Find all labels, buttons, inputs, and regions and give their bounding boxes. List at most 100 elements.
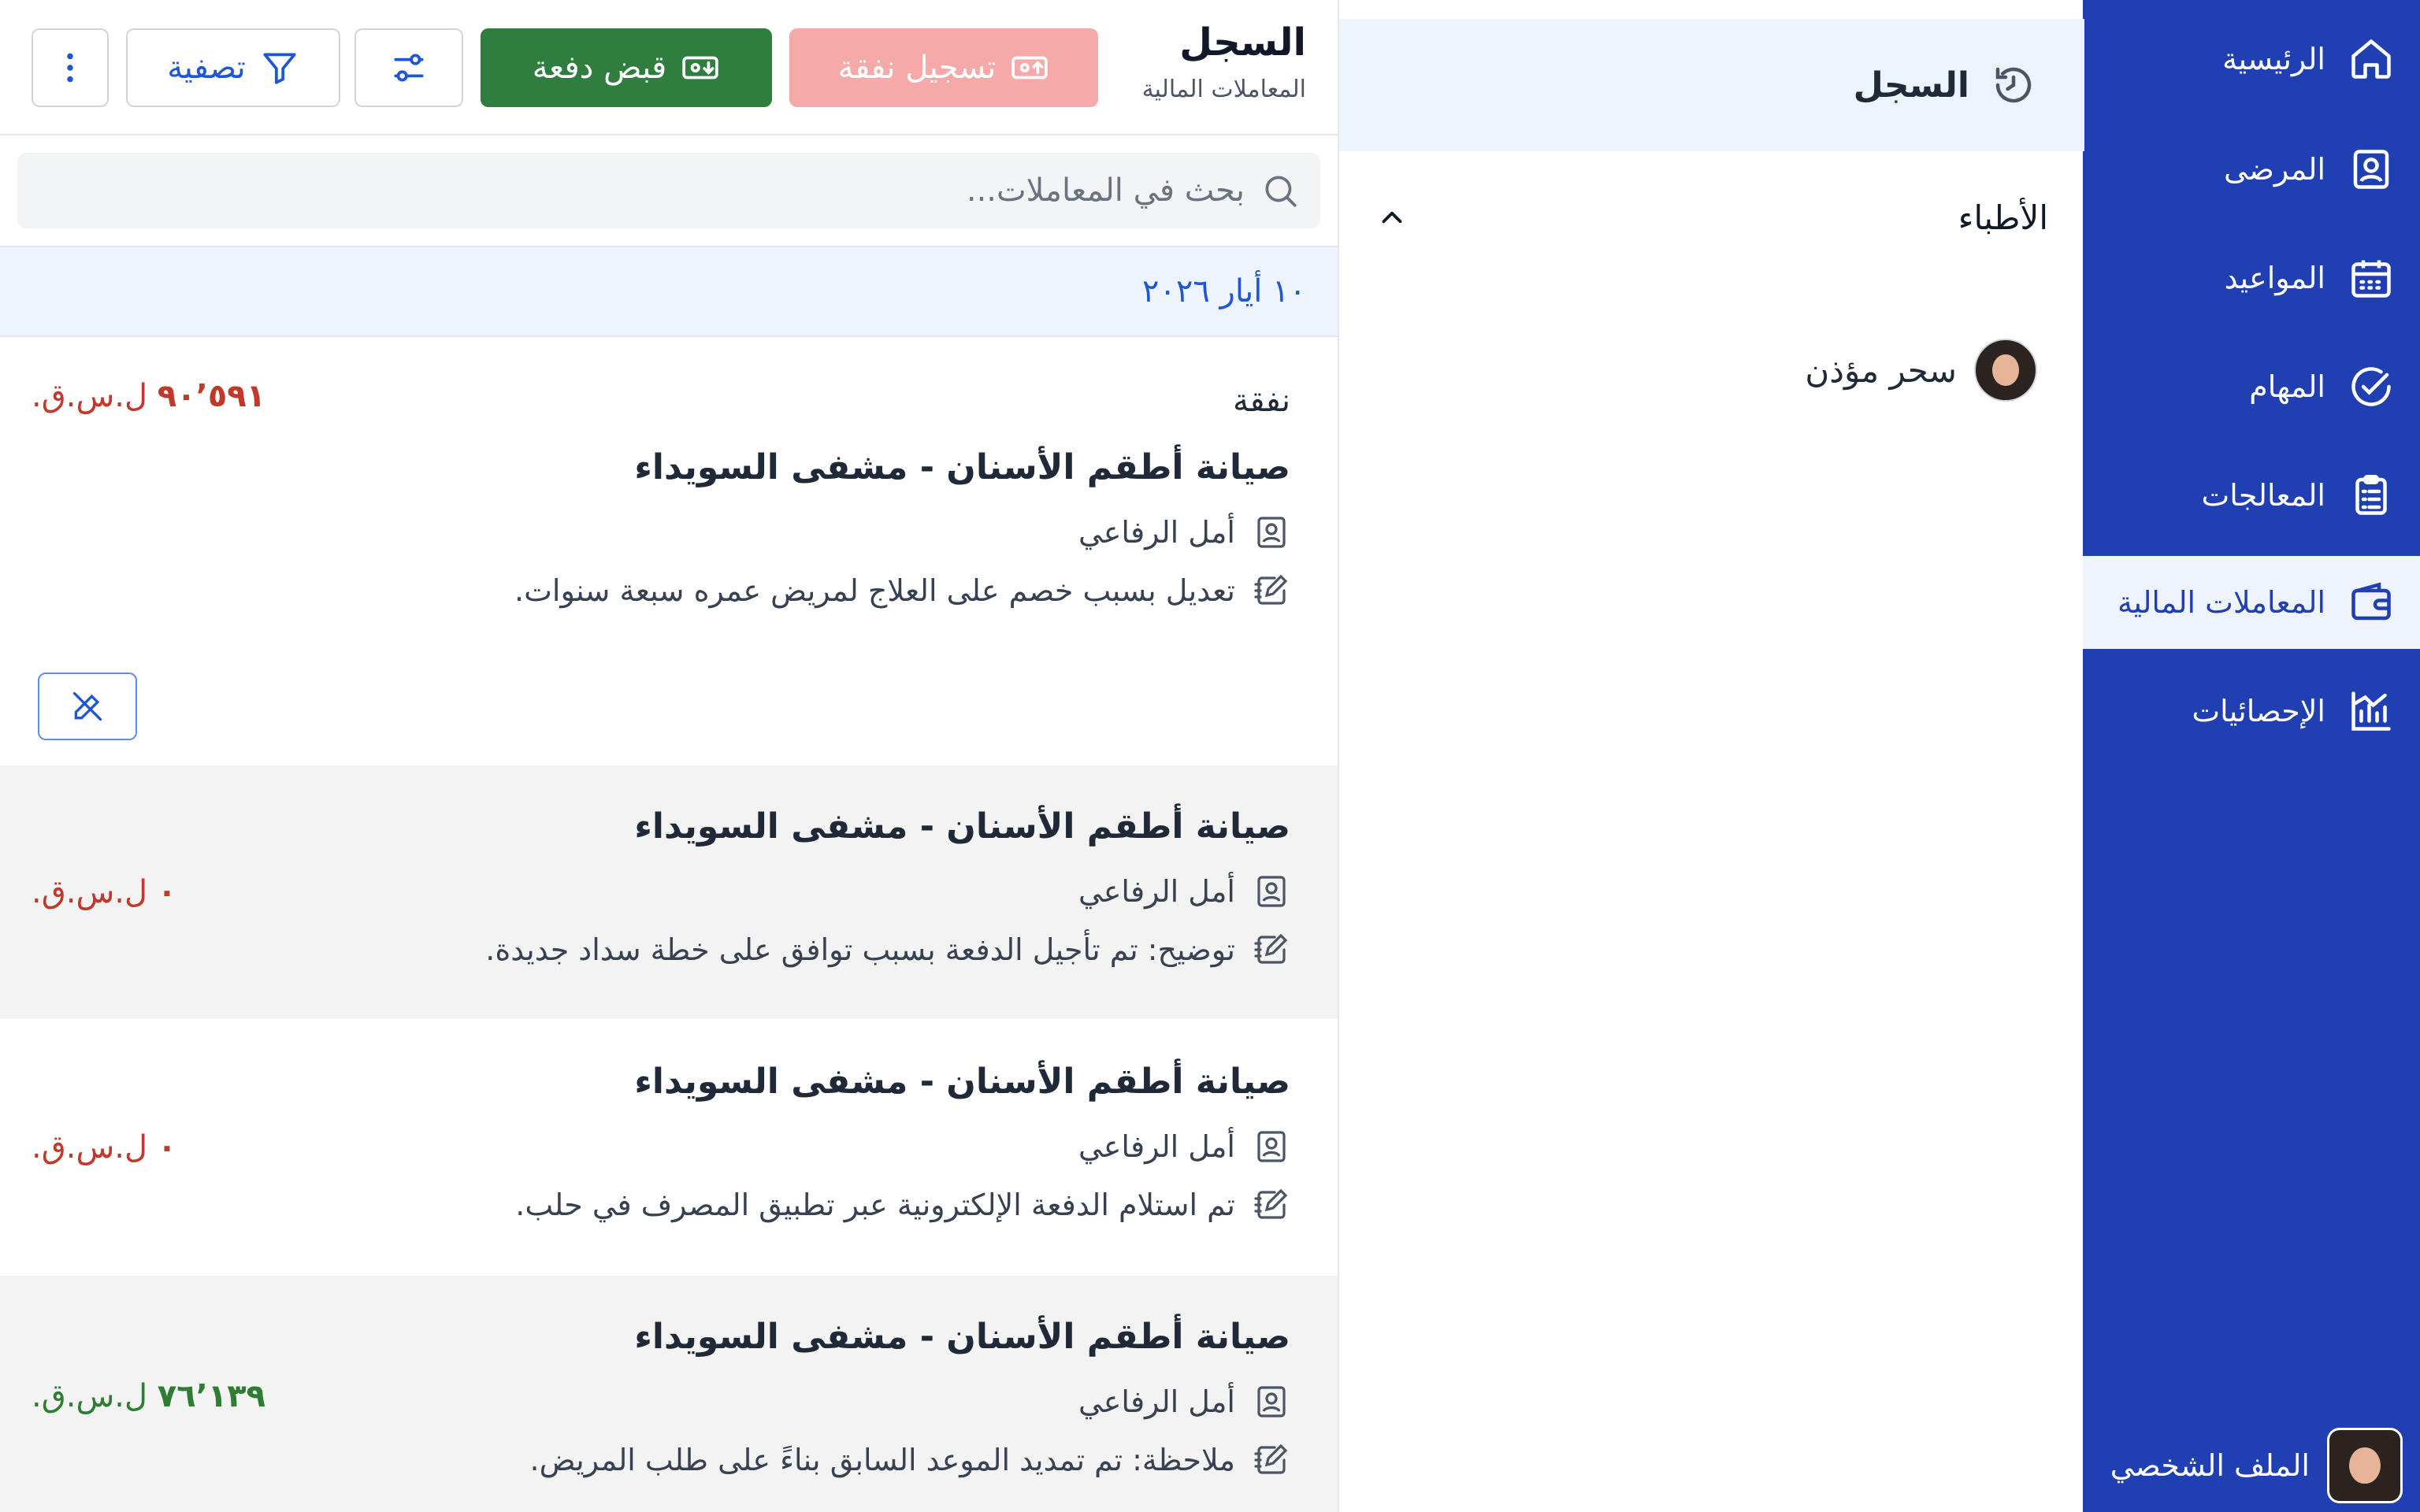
cash-in-icon <box>682 56 719 80</box>
doctors-group-toggle[interactable]: الأطباء <box>1339 186 2084 249</box>
clipboard-list-icon <box>2355 475 2387 515</box>
wallet-icon <box>2351 582 2391 621</box>
nav-item-home[interactable]: الرئيسية <box>2083 13 2420 106</box>
transaction-patient: أمل الرفاعي <box>1078 873 1290 910</box>
patient-card-icon <box>1257 1131 1286 1162</box>
note-edit-icon <box>1254 574 1288 605</box>
profile-avatar <box>2327 1428 2403 1503</box>
transaction-amount: ٩٠٬٥٩١ ل.س.ق. <box>32 378 265 414</box>
nav-item-label: المعالجات <box>2201 478 2325 513</box>
patient-name: أمل الرفاعي <box>1078 515 1235 550</box>
note-text: تم استلام الدفعة الإلكترونية عبر تطبيق ا… <box>515 1188 1235 1222</box>
history-icon <box>1995 67 2032 103</box>
transaction-note: تم استلام الدفعة الإلكترونية عبر تطبيق ا… <box>515 1186 1290 1224</box>
nav-item-label: الإحصائيات <box>2192 694 2325 728</box>
note-text: ملاحظة: تم تمديد الموعد السابق بناءً على… <box>529 1443 1235 1477</box>
patient-card-icon <box>1257 876 1286 907</box>
patient-name: أمل الرفاعي <box>1078 874 1235 909</box>
transactions-toolbar: السجل المعاملات المالية تسجيل نفقة قبض د… <box>0 0 1338 135</box>
doctors-group-label: الأطباء <box>1958 198 2048 237</box>
nav-item-appointments[interactable]: المواعيد <box>2083 232 2420 324</box>
transaction-row[interactable]: صيانة أطقم الأسنان - مشفى السويداء أمل ا… <box>0 1019 1338 1276</box>
more-vertical-icon <box>67 53 73 83</box>
transaction-note: تعديل بسبب خصم على العلاج لمريض عمره سبع… <box>514 572 1290 610</box>
nav-item-patients[interactable]: المرضى <box>2083 123 2420 216</box>
page-subtitle: المعاملات المالية <box>1141 76 1306 103</box>
receive-payment-label: قبض دفعة <box>532 50 667 86</box>
nav-item-transactions[interactable]: المعاملات المالية <box>2083 556 2420 649</box>
nav-profile[interactable]: الملف الشخصي <box>2083 1419 2420 1512</box>
nav-item-label: الرئيسية <box>2222 42 2325 76</box>
record-expense-label: تسجيل نفقة <box>837 50 997 86</box>
record-expense-button[interactable]: تسجيل نفقة <box>789 28 1098 107</box>
transaction-patient: أمل الرفاعي <box>1078 513 1290 551</box>
receive-payment-button[interactable]: قبض دفعة <box>481 28 772 107</box>
page-title-block: السجل المعاملات المالية <box>1142 20 1306 103</box>
check-circle-icon <box>2351 367 2391 406</box>
transaction-patient: أمل الرفاعي <box>1078 1128 1290 1166</box>
search-icon <box>1265 176 1297 207</box>
home-icon <box>2351 39 2391 79</box>
doctor-avatar <box>1974 339 2037 402</box>
nav-item-statistics[interactable]: الإحصائيات <box>2083 665 2420 758</box>
note-edit-icon <box>1254 1443 1288 1474</box>
currency-label: ل.س.ق. <box>32 378 148 414</box>
page-title: السجل <box>1179 20 1306 65</box>
transaction-note: توضيح: تم تأجيل الدفعة بسبب توافق على خط… <box>485 931 1290 969</box>
patient-name: أمل الرفاعي <box>1078 1129 1235 1164</box>
currency-label: ل.س.ق. <box>32 1129 148 1166</box>
filter-button[interactable]: تصفية <box>126 28 340 107</box>
nav-item-label: المواعيد <box>2224 261 2325 295</box>
transaction-type: نفقة <box>1232 383 1290 419</box>
patient-card-icon <box>1257 1386 1286 1418</box>
currency-label: ل.س.ق. <box>32 1378 148 1414</box>
transaction-title: صيانة أطقم الأسنان - مشفى السويداء <box>634 1062 1290 1102</box>
sliders-icon <box>394 54 424 82</box>
transaction-row[interactable]: صيانة أطقم الأسنان - مشفى السويداء أمل ا… <box>0 765 1338 1019</box>
date-group-header: ١٠ أيار ٢٠٢٦ <box>0 246 1338 337</box>
currency-label: ل.س.ق. <box>32 874 148 910</box>
transactions-main: السجل المعاملات المالية تسجيل نفقة قبض د… <box>0 0 1338 1512</box>
transaction-patient: أمل الرفاعي <box>1078 1383 1290 1421</box>
note-text: توضيح: تم تأجيل الدفعة بسبب توافق على خط… <box>485 932 1235 967</box>
adjust-settings-button[interactable] <box>354 28 463 107</box>
doctor-item[interactable]: سحر مؤذن <box>1339 331 2084 410</box>
record-filter-panel: السجل الأطباء سحر مؤذن <box>1338 0 2084 1512</box>
cash-out-icon <box>1011 56 1049 80</box>
record-panel-header[interactable]: السجل <box>1339 19 2084 151</box>
amount-value: ٩٠٬٥٩١ <box>157 378 266 414</box>
note-text: تعديل بسبب خصم على العلاج لمريض عمره سبع… <box>514 573 1235 608</box>
transaction-amount: ٠ ل.س.ق. <box>32 1129 176 1166</box>
note-edit-icon <box>1254 933 1288 964</box>
record-panel-title: السجل <box>1853 65 1969 106</box>
calendar-icon <box>2351 260 2391 298</box>
transaction-amount: ٠ ل.س.ق. <box>32 874 176 910</box>
chart-icon <box>2351 691 2391 731</box>
transactions-search <box>17 153 1320 228</box>
note-edit-icon <box>1254 1188 1288 1219</box>
transaction-amount: ٧٦٬١٣٩ ل.س.ق. <box>32 1378 265 1414</box>
main-nav-sidebar: الرئيسية المرضى المواعيد المهام المعالجا… <box>2083 0 2420 1512</box>
transaction-row[interactable]: نفقة صيانة أطقم الأسنان - مشفى السويداء … <box>0 339 1338 765</box>
transaction-row[interactable]: صيانة أطقم الأسنان - مشفى السويداء أمل ا… <box>0 1276 1338 1512</box>
date-label: ١٠ أيار ٢٠٢٦ <box>1141 273 1306 309</box>
chevron-up-icon <box>1382 211 1402 224</box>
doctor-name: سحر مؤذن <box>1805 350 1957 390</box>
filter-label: تصفية <box>167 50 246 86</box>
filter-icon <box>263 53 296 84</box>
patient-name: أمل الرفاعي <box>1078 1384 1235 1419</box>
nav-item-label: المعاملات المالية <box>2118 585 2325 620</box>
more-options-button[interactable] <box>32 28 109 107</box>
patient-card-icon <box>2353 150 2389 189</box>
nav-item-treatments[interactable]: المعالجات <box>2083 449 2420 542</box>
transaction-title: صيانة أطقم الأسنان - مشفى السويداء <box>634 1317 1290 1357</box>
patient-card-icon <box>1257 517 1286 548</box>
transaction-title: صيانة أطقم الأسنان - مشفى السويداء <box>634 806 1290 847</box>
transaction-note: ملاحظة: تم تمديد الموعد السابق بناءً على… <box>530 1441 1290 1479</box>
edit-transaction-button[interactable] <box>38 673 137 740</box>
amount-value: ٠ <box>157 1129 177 1166</box>
profile-label: الملف الشخصي <box>2110 1448 2310 1483</box>
nav-item-tasks[interactable]: المهام <box>2083 340 2420 433</box>
transaction-title: صيانة أطقم الأسنان - مشفى السويداء <box>634 447 1290 487</box>
search-input[interactable] <box>17 159 1245 222</box>
